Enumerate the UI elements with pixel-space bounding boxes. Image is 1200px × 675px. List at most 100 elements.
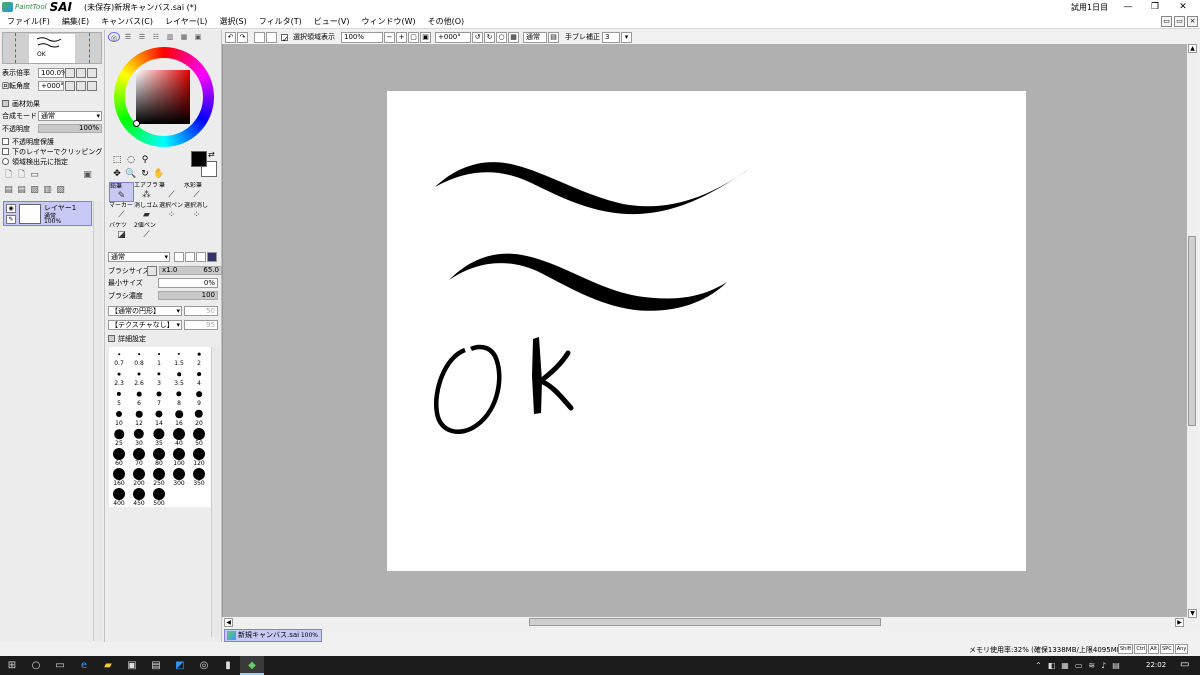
menu-filter[interactable]: フィルタ(T) bbox=[253, 16, 308, 27]
brush-size-preset[interactable]: 500 bbox=[149, 487, 169, 507]
brush-size-preset[interactable]: 14 bbox=[149, 407, 169, 427]
redo-icon[interactable]: ↷ bbox=[237, 31, 248, 43]
canvas-paper[interactable]: OK bbox=[387, 91, 1026, 571]
zoom-out-button[interactable] bbox=[65, 67, 75, 78]
brush-size-preset[interactable]: 12 bbox=[129, 407, 149, 427]
brush-tool-marker[interactable]: マーカー ⟋ bbox=[109, 202, 134, 222]
canvas-workspace[interactable]: OK bbox=[222, 44, 1187, 617]
source-radio[interactable] bbox=[2, 158, 9, 165]
magic-wand-icon[interactable]: ⚲ bbox=[138, 154, 152, 166]
brush-tool-binary-pen[interactable]: 2値ペン ⟋ bbox=[134, 222, 159, 242]
menu-view[interactable]: ビュー(V) bbox=[308, 16, 356, 27]
min-size-slider[interactable]: 0% bbox=[158, 277, 218, 288]
brush-size-preset[interactable]: 2 bbox=[189, 347, 209, 367]
search-icon[interactable]: ○ bbox=[24, 656, 48, 675]
tray-app-icon[interactable]: ◧ bbox=[1048, 661, 1056, 670]
menu-file[interactable]: ファイル(F) bbox=[0, 16, 56, 27]
brush-size-preset[interactable]: 10 bbox=[109, 407, 129, 427]
new-layer-icon[interactable]: 🗋 bbox=[2, 169, 15, 182]
swatch-tab-icon[interactable]: ▦ bbox=[178, 32, 190, 42]
hand-icon[interactable]: ✋ bbox=[152, 168, 166, 180]
vertical-scrollbar[interactable]: ▲ ▼ bbox=[1187, 44, 1198, 628]
brush-size-preset[interactable]: 20 bbox=[189, 407, 209, 427]
drawing-layer[interactable]: OK bbox=[387, 91, 1026, 571]
stabilizer-dropdown-icon[interactable]: ▾ bbox=[621, 31, 632, 43]
merge-down-icon[interactable]: ▤ bbox=[15, 184, 28, 197]
brush-size-preset[interactable]: 200 bbox=[129, 467, 149, 487]
ime-icon[interactable]: ▤ bbox=[1112, 661, 1120, 670]
brush-size-preset[interactable]: 60 bbox=[109, 447, 129, 467]
rotate-left-button[interactable] bbox=[65, 80, 75, 91]
maximize-button[interactable]: ❐ bbox=[1144, 0, 1166, 14]
brush-size-preset[interactable]: 2.6 bbox=[129, 367, 149, 387]
lasso-icon[interactable]: ◌ bbox=[124, 154, 138, 166]
zoom-value[interactable]: 100.0% bbox=[38, 67, 68, 78]
mdi-close-icon[interactable]: × bbox=[1187, 16, 1198, 27]
brush-size-preset[interactable]: 70 bbox=[129, 447, 149, 467]
color-cursor-icon[interactable] bbox=[133, 120, 140, 127]
tip-shape-flat-icon[interactable] bbox=[196, 251, 206, 262]
show-selection-checkbox[interactable]: ✓ bbox=[281, 33, 289, 44]
brush-blend-select[interactable]: 通常 bbox=[108, 251, 170, 262]
menu-window[interactable]: ウィンドウ(W) bbox=[355, 16, 421, 27]
protect-checkbox[interactable] bbox=[2, 138, 9, 145]
brush-shape-select[interactable]: 【通常の円形】 bbox=[108, 305, 182, 316]
brush-tool-bucket[interactable]: バケツ ◪ bbox=[109, 222, 134, 242]
flip-icon[interactable]: ▦ bbox=[508, 31, 519, 43]
brush-size-preset[interactable]: 160 bbox=[109, 467, 129, 487]
tip-shape-mid-icon[interactable] bbox=[185, 251, 195, 262]
close-button[interactable]: ✕ bbox=[1172, 0, 1194, 14]
brush-size-preset[interactable]: 8 bbox=[169, 387, 189, 407]
shape-strength[interactable]: 50 bbox=[184, 305, 218, 316]
scroll-right-icon[interactable]: ▶ bbox=[1175, 618, 1184, 627]
brush-texture-select[interactable]: 【テクスチャなし】 bbox=[108, 319, 182, 330]
brush-size-preset[interactable]: 16 bbox=[169, 407, 189, 427]
scratch-tab-icon[interactable]: ▣ bbox=[192, 32, 204, 42]
brush-size-preset[interactable]: 9 bbox=[189, 387, 209, 407]
marquee-icon[interactable]: ⬚ bbox=[110, 154, 124, 166]
undo-icon[interactable]: ↶ bbox=[225, 31, 236, 43]
density-slider[interactable]: 100 bbox=[158, 291, 218, 300]
file-tab[interactable]: 新規キャンバス.sai 100% bbox=[224, 629, 322, 642]
brush-size-preset[interactable]: 3.5 bbox=[169, 367, 189, 387]
zoom-fit-icon[interactable]: ▢ bbox=[408, 31, 419, 43]
transfer-down-icon[interactable]: ▤ bbox=[2, 184, 15, 197]
brush-tool-select-pen[interactable]: 選択ペン ⁘ bbox=[159, 202, 184, 222]
rotate-value[interactable]: +000° bbox=[38, 80, 64, 91]
zoom-in-icon[interactable]: + bbox=[396, 31, 407, 43]
navigator-preview[interactable]: OK bbox=[2, 32, 102, 64]
opacity-slider[interactable]: 100% bbox=[38, 124, 102, 133]
saturation-value-square[interactable] bbox=[136, 70, 190, 124]
rgb-slider-tab-icon[interactable]: ☰ bbox=[122, 32, 134, 42]
invert-selection-icon[interactable] bbox=[266, 31, 277, 43]
vertical-scroll-thumb[interactable] bbox=[1188, 236, 1196, 426]
texture-strength[interactable]: 95 bbox=[184, 319, 218, 330]
battery-icon[interactable]: ▭ bbox=[1075, 661, 1083, 670]
task-view-icon[interactable]: ▭ bbox=[48, 656, 72, 675]
source-row[interactable]: 領域検出元に指定 bbox=[2, 156, 68, 167]
menu-canvas[interactable]: キャンバス(C) bbox=[95, 16, 159, 27]
brush-tool-brush[interactable]: 筆 ⟋ bbox=[159, 182, 184, 202]
brush-tool-watercolor[interactable]: 水彩筆 ⟋ bbox=[184, 182, 209, 202]
blend-toggle-icon[interactable]: ▤ bbox=[548, 31, 559, 43]
brush-size-preset[interactable]: 25 bbox=[109, 427, 129, 447]
eye-icon[interactable]: ◉ bbox=[6, 204, 16, 213]
brush-size-preset[interactable]: 300 bbox=[169, 467, 189, 487]
brush-size-preset[interactable]: 5 bbox=[109, 387, 129, 407]
brush-size-slider[interactable]: x1.0 65.0 bbox=[159, 266, 222, 275]
brush-size-preset[interactable]: 7 bbox=[149, 387, 169, 407]
horizontal-scroll-thumb[interactable] bbox=[529, 618, 881, 626]
clear-layer-icon[interactable]: ▨ bbox=[28, 184, 41, 197]
app-icon-1[interactable]: ▤ bbox=[144, 656, 168, 675]
brush-size-preset[interactable]: 80 bbox=[149, 447, 169, 467]
brush-size-preset[interactable]: 350 bbox=[189, 467, 209, 487]
layer-scrollbar[interactable] bbox=[93, 201, 102, 641]
layer-copy-icon[interactable]: ▧ bbox=[54, 184, 67, 197]
menu-layer[interactable]: レイヤー(L) bbox=[159, 16, 213, 27]
layer-mask-icon[interactable]: ▣ bbox=[81, 169, 94, 182]
mixer-tab-icon[interactable]: ▥ bbox=[164, 32, 176, 42]
delete-layer-icon[interactable]: ▥ bbox=[41, 184, 54, 197]
pen-lock-icon[interactable]: ✎ bbox=[6, 215, 16, 224]
canvas-blend-field[interactable]: 通常 bbox=[523, 31, 547, 43]
hsv-slider-tab-icon[interactable]: ☰ bbox=[136, 32, 148, 42]
